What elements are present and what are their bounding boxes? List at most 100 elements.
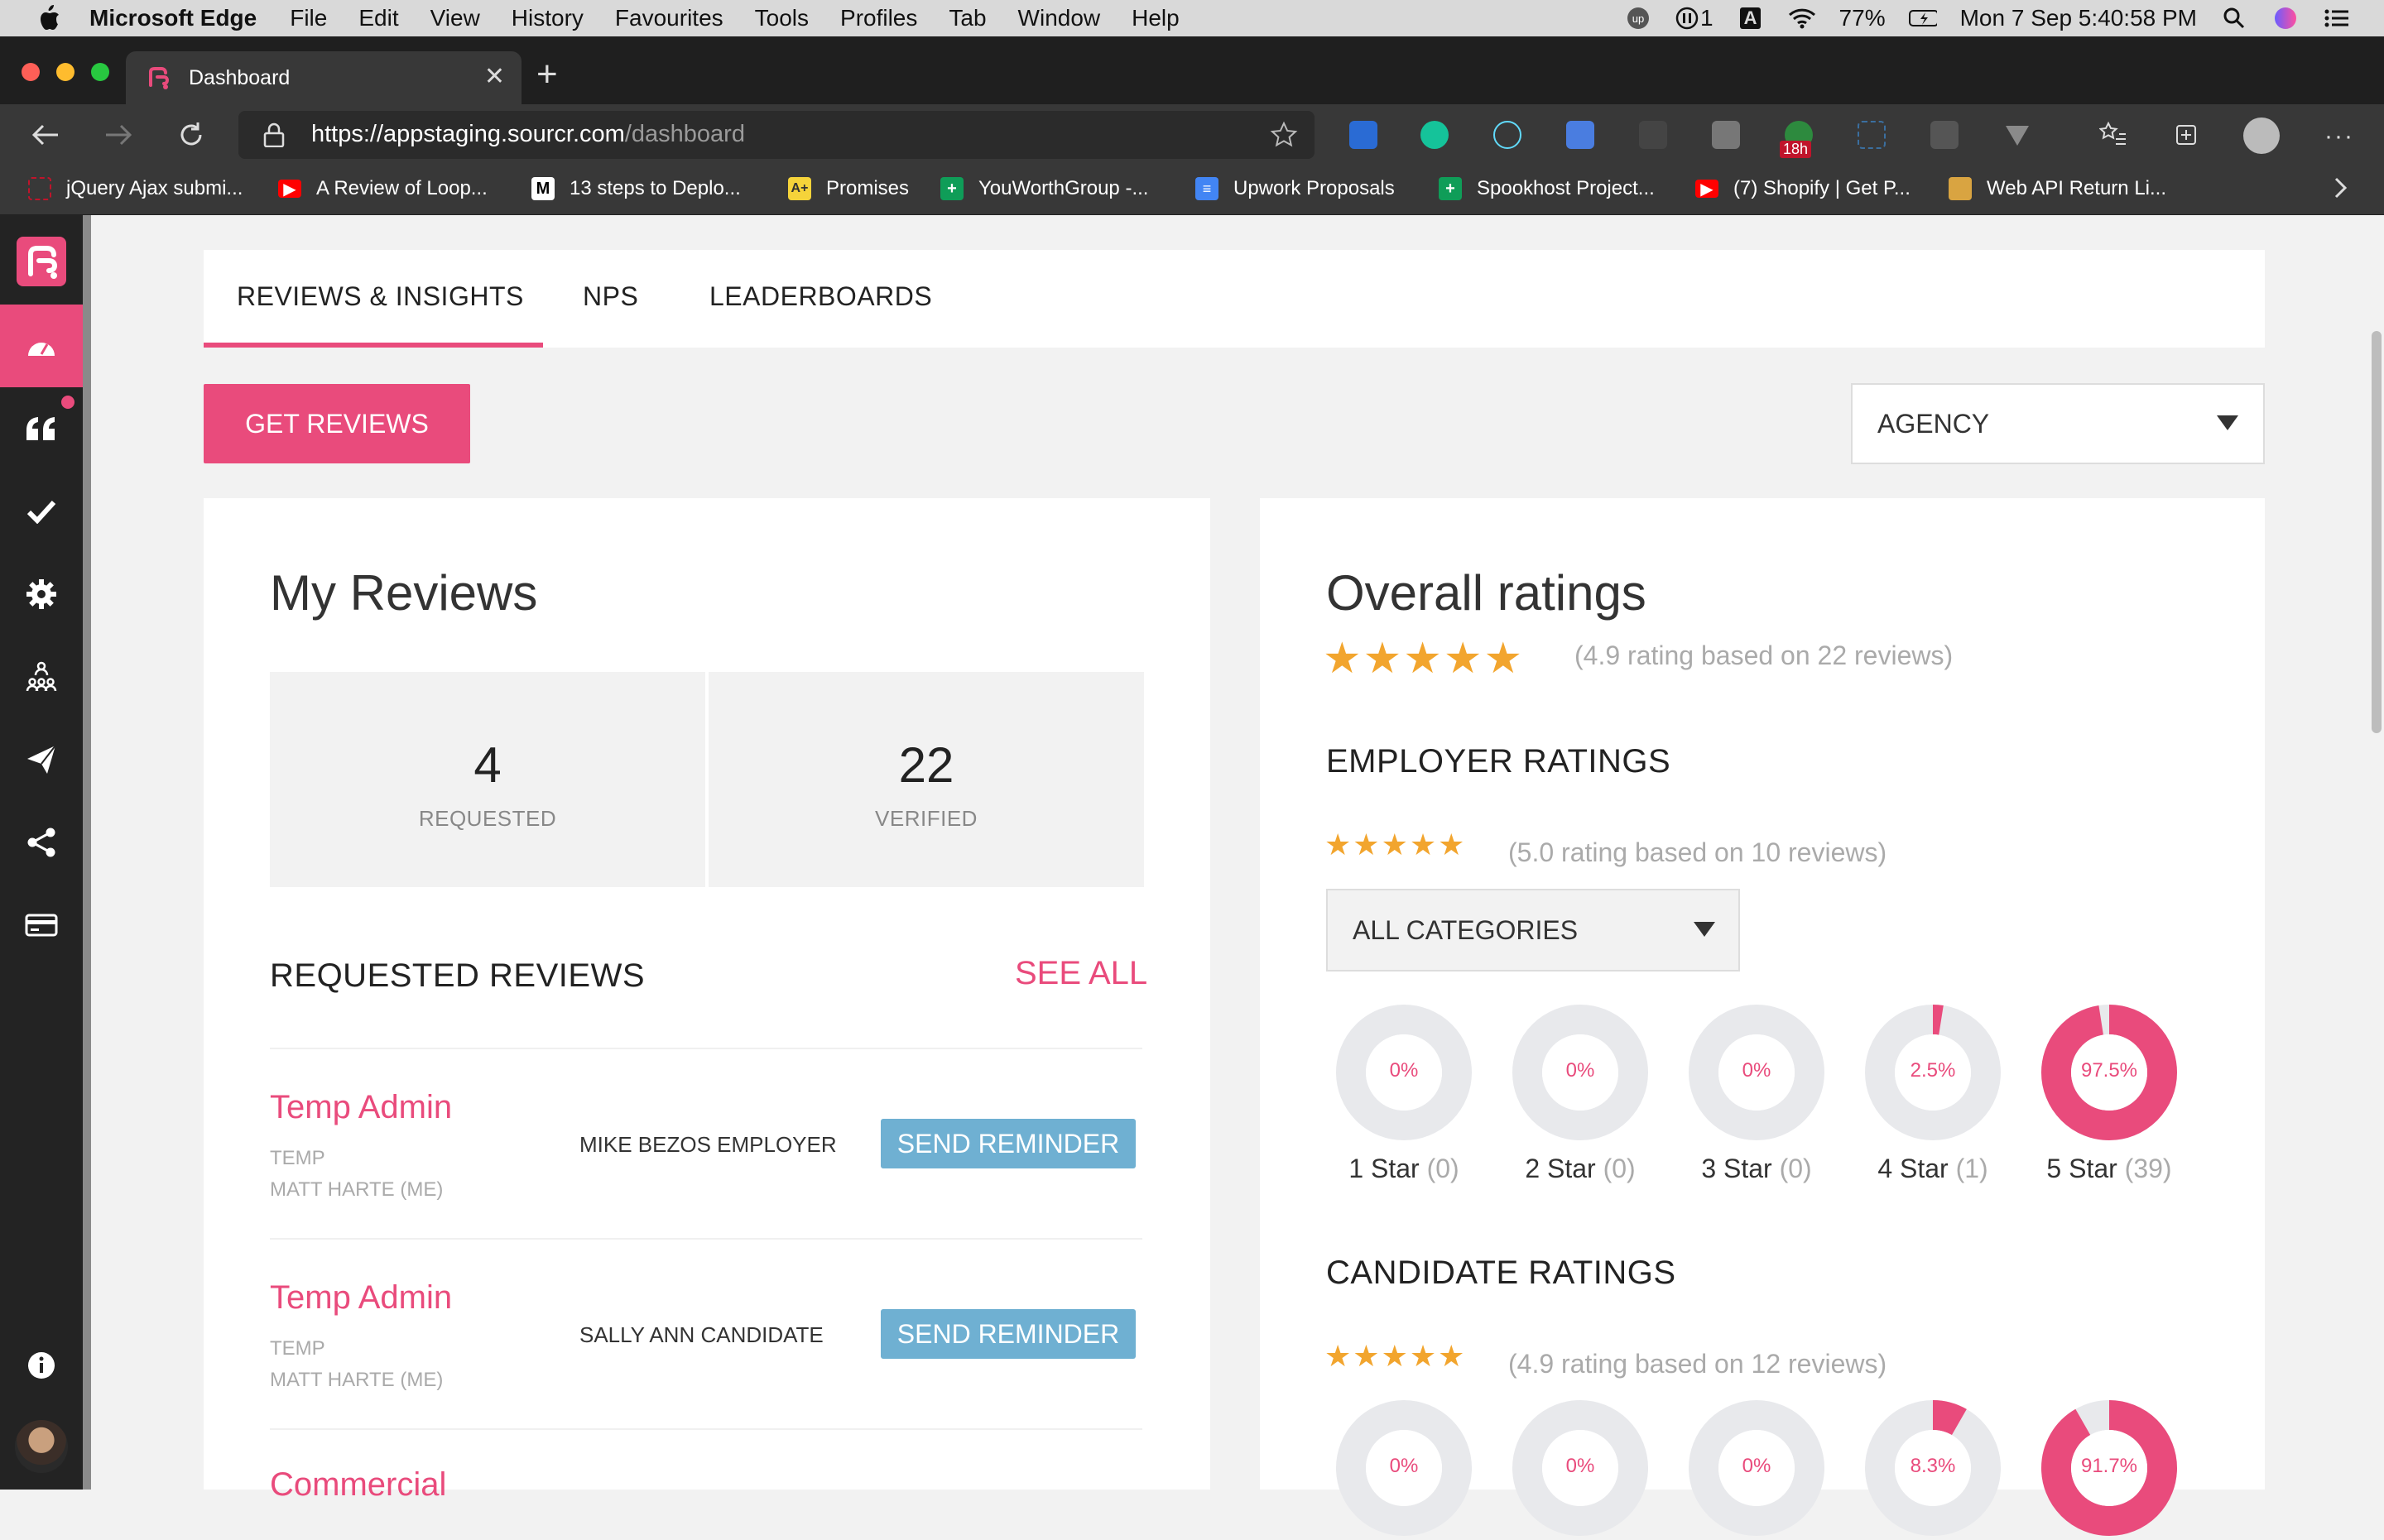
star-level-count: (39): [2117, 1154, 2172, 1183]
agency-select-value: AGENCY: [1877, 408, 1990, 439]
tab-reviews-insights[interactable]: REVIEWS & INSIGHTS: [237, 281, 524, 312]
bookmark-shopify[interactable]: ▶ (7) Shopify | Get P...: [1695, 177, 1911, 200]
pause-status-icon[interactable]: 1: [1675, 5, 1714, 31]
bookmark-web-api-return[interactable]: Web API Return Li...: [1949, 177, 2166, 200]
sidebar-item-send[interactable]: [25, 743, 58, 776]
refresh-icon[interactable]: [171, 114, 212, 156]
gear-icon: [26, 579, 56, 609]
sidebar-item-share[interactable]: [25, 826, 58, 859]
user-avatar[interactable]: [15, 1420, 68, 1473]
donut-percent-label: 0%: [1389, 1059, 1419, 1082]
new-tab-button[interactable]: +: [536, 56, 558, 93]
send-reminder-button[interactable]: SEND REMINDER: [881, 1119, 1136, 1168]
extension-grammarly-icon[interactable]: [1420, 121, 1449, 149]
get-reviews-button[interactable]: GET REVIEWS: [204, 384, 470, 463]
see-all-link[interactable]: SEE ALL: [1015, 955, 1147, 992]
extension-google-translate-icon[interactable]: [1566, 121, 1594, 149]
battery-icon[interactable]: [1908, 7, 1937, 30]
menu-edit[interactable]: Edit: [358, 5, 398, 31]
medium-icon: M: [531, 177, 555, 200]
menu-window[interactable]: Window: [1018, 5, 1101, 31]
back-arrow-icon[interactable]: [25, 114, 66, 156]
favorites-list-icon[interactable]: [2098, 121, 2127, 149]
menu-favourites[interactable]: Favourites: [615, 5, 723, 31]
send-reminder-button[interactable]: SEND REMINDER: [881, 1309, 1136, 1359]
donut-percent-label: 97.5%: [2080, 1059, 2138, 1082]
tab-leaderboards[interactable]: LEADERBOARDS: [709, 281, 932, 312]
browser-tab-dashboard[interactable]: Dashboard ✕: [126, 51, 522, 104]
team-hierarchy-icon: [26, 661, 57, 692]
menu-history[interactable]: History: [512, 5, 584, 31]
wifi-icon[interactable]: [1788, 7, 1816, 30]
review-row-name[interactable]: Temp Admin: [270, 1089, 452, 1126]
tab-close-icon[interactable]: ✕: [484, 65, 505, 89]
bookmark-jquery-ajax[interactable]: jQuery Ajax submi...: [28, 177, 243, 200]
upwork-status-icon[interactable]: up: [1624, 7, 1652, 30]
extension-screenshot-icon[interactable]: [1712, 121, 1740, 149]
menu-tab[interactable]: Tab: [949, 5, 986, 31]
menu-tools[interactable]: Tools: [755, 5, 809, 31]
sidebar-item-settings[interactable]: [25, 578, 58, 611]
window-zoom-button[interactable]: [91, 63, 109, 81]
sidebar-item-reviews[interactable]: [25, 412, 58, 445]
review-row-name[interactable]: Commercial: [270, 1466, 446, 1504]
menubar-app-name[interactable]: Microsoft Edge: [89, 5, 257, 31]
sidebar-item-team[interactable]: [25, 660, 58, 693]
google-sheets-icon: +: [940, 177, 964, 200]
page-scrollbar-thumb[interactable]: [2372, 331, 2382, 733]
menubar-clock[interactable]: Mon 7 Sep 5:40:58 PM: [1960, 5, 2197, 31]
agency-select[interactable]: AGENCY: [1851, 383, 2265, 464]
menu-profiles[interactable]: Profiles: [840, 5, 917, 31]
tab-nps[interactable]: NPS: [583, 281, 638, 312]
quote-icon: [26, 417, 55, 440]
settings-more-icon[interactable]: ···: [2324, 122, 2354, 151]
siri-icon[interactable]: [2271, 7, 2300, 30]
bookmark-site-icon: [1949, 177, 1972, 200]
star-icon: ★: [1323, 635, 1362, 683]
category-select[interactable]: ALL CATEGORIES: [1326, 889, 1740, 971]
bookmark-promises[interactable]: A+ Promises: [788, 177, 909, 200]
tab-title: Dashboard: [189, 65, 291, 89]
extension-ublock-icon[interactable]: [1349, 121, 1377, 149]
menu-view[interactable]: View: [430, 5, 480, 31]
bookmark-review-of-loop[interactable]: ▶ A Review of Loop...: [278, 177, 488, 200]
sourcr-logo-icon[interactable]: [17, 237, 66, 286]
sidebar-item-billing[interactable]: [25, 909, 58, 942]
favorite-star-icon[interactable]: [1270, 121, 1298, 153]
extension-colorpicker-icon[interactable]: [1639, 121, 1667, 149]
extension-json-icon[interactable]: [1858, 121, 1886, 149]
star-icon: ★: [1409, 1339, 1437, 1373]
bookmark-upwork-proposals[interactable]: ≡ Upwork Proposals: [1195, 177, 1395, 200]
bookmark-13-steps[interactable]: M 13 steps to Deplo...: [531, 177, 741, 200]
address-url[interactable]: https://appstaging.sourcr.com/dashboard: [311, 121, 745, 148]
review-row-name[interactable]: Temp Admin: [270, 1279, 452, 1317]
apple-menu-icon[interactable]: [33, 2, 65, 34]
window-minimize-button[interactable]: [56, 63, 74, 81]
profile-avatar-icon[interactable]: [2243, 118, 2280, 154]
notification-center-icon[interactable]: [2323, 7, 2351, 30]
donut-percent-label: 0%: [1389, 1455, 1419, 1477]
window-close-button[interactable]: [22, 63, 40, 81]
extension-react-devtools-icon[interactable]: [1493, 121, 1521, 149]
bookmark-spookhost[interactable]: + Spookhost Project...: [1439, 177, 1655, 200]
menu-help[interactable]: Help: [1132, 5, 1180, 31]
review-row-sub2: MATT HARTE (ME): [270, 1178, 444, 1201]
menu-file[interactable]: File: [290, 5, 327, 31]
sidebar-item-tasks[interactable]: [25, 495, 58, 528]
extension-vue-icon[interactable]: [2003, 121, 2031, 149]
forward-arrow-icon[interactable]: [98, 114, 139, 156]
bookmark-youworthgroup[interactable]: + YouWorthGroup -...: [940, 177, 1148, 200]
sidebar-item-info[interactable]: [25, 1349, 58, 1382]
donut-star-label: 4 Star (1): [1850, 1154, 2016, 1184]
extension-facebook-icon[interactable]: [1930, 121, 1959, 149]
input-source-indicator[interactable]: A: [1737, 7, 1765, 30]
donut-percent-label: 0%: [1565, 1455, 1595, 1477]
bookmarks-overflow-chevron-icon[interactable]: [2333, 175, 2349, 204]
lock-icon[interactable]: [263, 122, 285, 151]
verified-count: 22: [898, 737, 954, 793]
collections-icon[interactable]: [2172, 121, 2200, 149]
donut-star-label: 2 Star (0): [1497, 1154, 1663, 1184]
bookmark-label: (7) Shopify | Get P...: [1733, 177, 1911, 199]
spotlight-search-icon[interactable]: [2220, 7, 2248, 30]
star-level-label: 5 Star: [2046, 1154, 2117, 1183]
